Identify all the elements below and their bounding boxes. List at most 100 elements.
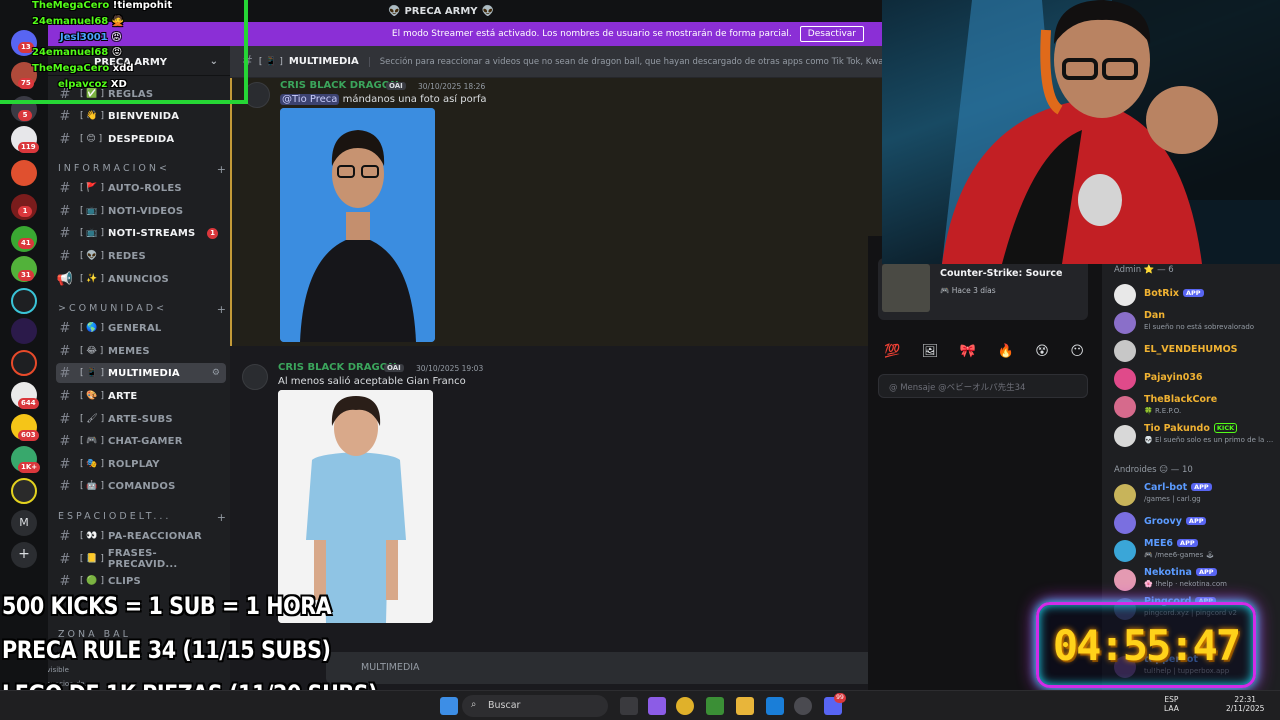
server-icon[interactable]	[11, 288, 37, 314]
channel-anuncios[interactable]: 📢 [ ✨ ] ANUNCIOS	[56, 269, 226, 289]
channel-general[interactable]: # [ 🌎 ] GENERAL	[56, 318, 226, 338]
copilot-icon[interactable]	[648, 697, 666, 715]
language-indicator[interactable]: ESP LAA	[1164, 695, 1179, 713]
add-channel-icon[interactable]: +	[217, 303, 226, 316]
message-time: 30/10/2025 18:26	[418, 82, 486, 91]
category-informacion[interactable]: INFORMACION< +	[58, 163, 226, 176]
reaction-fire-icon[interactable]: 🔥	[998, 344, 1014, 359]
windows-start-icon[interactable]	[440, 697, 458, 715]
member-row[interactable]: Dan El sueño no está sobrevalorado	[1114, 310, 1280, 336]
member-row[interactable]: Carl-bot APP/games | carl.gg	[1114, 482, 1280, 508]
reaction-bow-icon[interactable]: 🎀	[960, 344, 976, 359]
server-icon[interactable]	[11, 318, 37, 344]
reaction-dizzy-icon[interactable]: 😵	[1035, 344, 1049, 359]
window-title: PRECA ARMY	[404, 5, 478, 17]
channel-label: DESPEDIDA	[108, 133, 175, 145]
server-icon[interactable]	[11, 350, 37, 376]
folder-icon[interactable]	[736, 697, 754, 715]
store-icon[interactable]	[766, 697, 784, 715]
channel-redes[interactable]: # [ 👽 ] REDES	[56, 246, 226, 266]
avatar	[1114, 340, 1136, 362]
chat-line: TheMegaCero !tiempohit	[32, 0, 172, 11]
clock[interactable]: 22:31 2/11/2025	[1226, 695, 1264, 713]
server-icon[interactable]	[11, 478, 37, 504]
app-badge: APP	[1177, 539, 1198, 547]
member-row[interactable]: Pajayin036	[1114, 366, 1280, 392]
channel-bienvenida[interactable]: # [ 👋 ] BIENVENIDA	[56, 106, 226, 126]
user-mention[interactable]: @Tio Preca	[280, 94, 340, 105]
member-name: MEE6 APP	[1144, 538, 1198, 549]
attachment-image[interactable]	[278, 390, 433, 623]
minecraft-icon[interactable]	[706, 697, 724, 715]
category-comunidad[interactable]: >COMUNIDAD< +	[58, 303, 226, 316]
obs-icon[interactable]	[794, 697, 812, 715]
channel-label: ARTE	[108, 390, 138, 402]
message-input[interactable]: MULTIMEDIA	[326, 652, 874, 684]
message-author[interactable]: CRIS BLACK DRAGON	[280, 80, 399, 91]
disable-streamer-button[interactable]: Desactivar	[799, 26, 864, 42]
channel-pa-reaccionar[interactable]: # [ 👀 ] PA-REACCIONAR	[56, 526, 226, 546]
kick-badge: KICK	[1213, 423, 1238, 433]
message-author[interactable]: CRIS BLACK DRAGON	[278, 362, 397, 373]
member-name: Tio Pakundo KICK	[1144, 423, 1238, 434]
member-row[interactable]: Tio Pakundo KICK 💀 El sueño solo es un pri…	[1114, 423, 1280, 449]
member-row[interactable]: TheBlackCore 🍀 R.E.P.O.	[1114, 394, 1280, 420]
reaction-picture-icon[interactable]: 🖼	[922, 344, 939, 359]
guild-tag: OAI	[386, 82, 406, 90]
channel-comandos[interactable]: # [ 🤖 ] COMANDOS	[56, 476, 226, 496]
member-row[interactable]: EL_VENDEHUMOS	[1114, 338, 1280, 364]
channel-despedida[interactable]: # [ 😊 ] DESPEDIDA	[56, 129, 226, 149]
dm-message-input[interactable]: @ Mensaje @ベビーオルパ先生34	[878, 374, 1088, 398]
message-body: mándanos una foto así porfa	[339, 94, 487, 105]
channel-auto-roles[interactable]: # [ 🚩 ] AUTO-ROLES	[56, 178, 226, 198]
goal-line: PRECA RULE 34 (11/15 SUBS)	[2, 636, 331, 664]
channel-rolplay[interactable]: # [ 🎭 ] ROLPLAY	[56, 454, 226, 474]
member-row[interactable]: Nekotina APP 🌸 !help · nekotina.com	[1114, 567, 1280, 593]
channel-label: GENERAL	[108, 322, 162, 334]
channel-multimedia[interactable]: # [ 📱 ] MULTIMEDIA ⚙	[56, 363, 226, 383]
channel-label: CHAT-GAMER	[108, 435, 183, 447]
channel-arte[interactable]: # [ 🎨 ] ARTE	[56, 386, 226, 406]
member-row[interactable]: BotRix APP	[1114, 282, 1280, 308]
chrome-icon[interactable]	[676, 697, 694, 715]
channel-clips[interactable]: # [ 🟢 ] CLIPS	[56, 571, 226, 591]
category-espacio[interactable]: ESPACIODELT... +	[58, 511, 226, 524]
category-label: ESPACIODELT...	[58, 511, 172, 522]
screen: 13 75 5 119 1 41 31 644 603 1K+ M + 👽 PR…	[0, 0, 1280, 720]
message-text: Al menos salió aceptable Gian Franco	[278, 376, 466, 387]
channel-topic[interactable]: Sección para reaccionar a videos que no …	[368, 56, 882, 67]
member-row[interactable]: Groovy APP	[1114, 510, 1280, 536]
server-icon-m[interactable]: M	[11, 510, 37, 536]
hash-icon: #	[59, 365, 71, 381]
channel-arte-subs[interactable]: # [ 🖌 ] ARTE-SUBS	[56, 409, 226, 429]
taskbar-search[interactable]: ⌕ Buscar	[462, 695, 608, 717]
task-view-icon[interactable]	[620, 697, 638, 715]
activity-time-label: Hace 3 días	[951, 286, 996, 295]
add-server-icon[interactable]: +	[11, 542, 37, 568]
channel-name: MULTIMEDIA	[288, 56, 359, 67]
add-channel-icon[interactable]: +	[217, 511, 226, 524]
channel-label: BIENVENIDA	[108, 110, 180, 122]
hash-icon: #	[59, 456, 71, 472]
add-channel-icon[interactable]: +	[217, 163, 226, 176]
attachment-image[interactable]	[280, 108, 435, 342]
channel-noti-streams[interactable]: # [ 📺 ] NOTI-STREAMS 1	[56, 223, 226, 243]
channel-chat-gamer[interactable]: # [ 🎮 ] CHAT-GAMER	[56, 431, 226, 451]
reaction-neutral-icon[interactable]: 😶	[1070, 344, 1084, 359]
chat-line: TheMegaCero xdd	[32, 63, 134, 74]
chat-line: elpavcoz XD	[58, 79, 127, 90]
gear-icon[interactable]: ⚙	[212, 368, 220, 378]
avatar	[1114, 569, 1136, 591]
member-row[interactable]: MEE6 APP 🎮 /mee6-games 🕹	[1114, 538, 1280, 564]
member-status: /games | carl.gg	[1144, 495, 1201, 503]
channel-frases[interactable]: # [ 📒 ] FRASES-PRECAVID...	[56, 548, 226, 570]
avatar	[1114, 425, 1136, 447]
message-text: @Tio Preca mándanos una foto así porfa	[280, 94, 486, 105]
channel-noti-videos[interactable]: # [ 📺 ] NOTI-VIDEOS	[56, 201, 226, 221]
avatar[interactable]	[242, 364, 268, 390]
channel-memes[interactable]: # [ 😂 ] MEMES	[56, 341, 226, 361]
member-status: 🌸 !help · nekotina.com	[1144, 580, 1227, 588]
reaction-100-icon[interactable]: 💯	[884, 344, 900, 359]
server-icon[interactable]	[11, 160, 37, 186]
activity-card[interactable]: Counter-Strike: Source 🎮 Hace 3 días	[878, 258, 1088, 320]
